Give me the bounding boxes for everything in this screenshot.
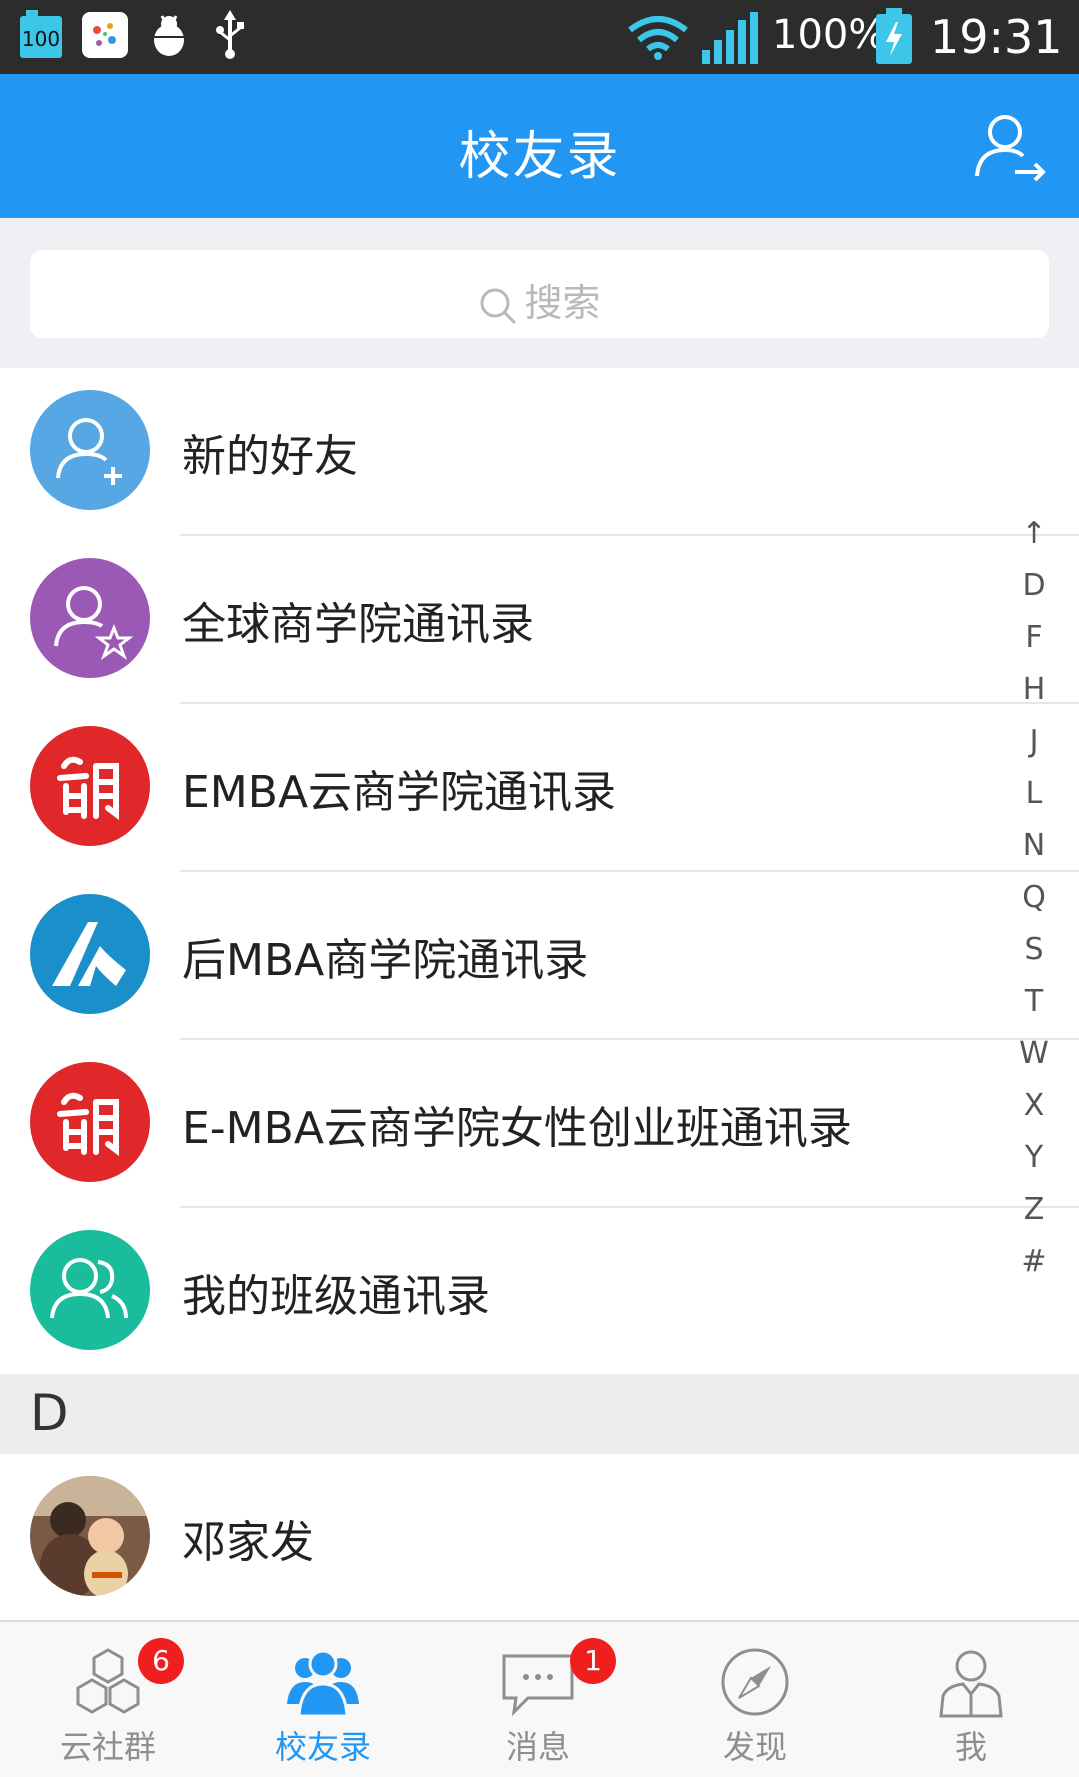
search-input[interactable]: 搜索 [30,250,1049,338]
list-item-global-contacts[interactable]: 全球商学院通讯录 [0,536,1079,704]
charging-battery-icon [876,8,912,68]
index-letter[interactable]: W [1012,1036,1056,1088]
index-letter[interactable]: ↑ [1012,516,1056,568]
clock: 19:31 [930,10,1063,64]
section-letter: D [30,1384,69,1442]
app-header: 校友录 [0,74,1079,218]
list-item-new-friends[interactable]: 新的好友 [0,368,1079,536]
wifi-icon [628,14,688,64]
cloud-community-icon [76,1648,140,1714]
list-item-label: EMBA云商学院通讯录 [182,767,617,818]
list-item-label: 新的好友 [182,431,358,482]
tab-label: 校友录 [274,1728,371,1766]
search-placeholder: 搜索 [524,281,601,325]
battery-100-icon: 100 [20,10,62,62]
tab-label: 发现 [722,1728,787,1766]
index-letter[interactable]: Q [1012,880,1056,932]
tab-messages[interactable]: 1 消息 [448,1622,628,1777]
unread-badge: 1 [570,1638,616,1684]
lang-logo-icon [30,726,150,846]
list-item-emba[interactable]: EMBA云商学院通讯录 [0,704,1079,872]
index-letter[interactable]: # [1012,1244,1056,1296]
tab-label: 云社群 [59,1728,156,1766]
signal-icon [700,12,760,68]
index-letter[interactable]: S [1012,932,1056,984]
list-item-label: E-MBA云商学院女性创业班通讯录 [182,1103,852,1154]
photos-app-icon [82,12,128,62]
avatar [30,1476,150,1596]
unread-badge: 6 [138,1638,184,1684]
tab-discover[interactable]: 发现 [665,1622,845,1777]
alphabet-index[interactable]: ↑ D F H J L N Q S T W X Y Z # [1012,516,1056,1296]
index-letter[interactable]: H [1012,672,1056,724]
starred-contacts-icon [30,558,150,678]
index-letter[interactable]: N [1012,828,1056,880]
usb-icon [212,10,248,64]
index-letter[interactable]: F [1012,620,1056,672]
battery-percent: 100% [772,12,887,58]
tab-label: 消息 [505,1728,570,1766]
list-item-post-mba[interactable]: 后MBA商学院通讯录 [0,872,1079,1040]
list-item-emba-women[interactable]: E-MBA云商学院女性创业班通讯录 [0,1040,1079,1208]
tab-alumni[interactable]: 校友录 [233,1622,413,1777]
section-header: D [0,1374,1079,1454]
bottom-nav: 6 云社群 校友录 1 消息 发现 我 [0,1620,1079,1777]
index-letter[interactable]: J [1012,724,1056,776]
index-letter[interactable]: Z [1012,1192,1056,1244]
list-item-label: 我的班级通讯录 [182,1271,490,1322]
compass-icon [721,1648,789,1716]
search-icon [480,288,517,324]
houmba-logo-icon [30,894,150,1014]
class-contacts-icon [30,1230,150,1350]
index-letter[interactable]: X [1012,1088,1056,1140]
group-list: 新的好友 全球商学院通讯录 EMBA云商学院通讯录 后MBA商学院通讯录 E-M… [0,368,1079,1376]
user-export-button[interactable] [971,110,1051,190]
user-export-icon [975,115,1046,182]
index-letter[interactable]: Y [1012,1140,1056,1192]
debug-bug-icon [146,12,192,62]
index-letter[interactable]: L [1012,776,1056,828]
me-icon [939,1650,1003,1718]
page-title: 校友录 [458,127,621,187]
tab-label: 我 [954,1728,987,1766]
tab-cloud-community[interactable]: 6 云社群 [18,1622,198,1777]
index-letter[interactable]: D [1012,568,1056,620]
message-icon [502,1654,574,1717]
search-area: 搜索 [0,218,1079,368]
tab-me[interactable]: 我 [881,1622,1061,1777]
alumni-icon [287,1649,359,1718]
list-item-label: 全球商学院通讯录 [182,599,534,650]
status-bar: 100 100% 19:31 [0,0,1079,74]
lang-logo-icon [30,1062,150,1182]
contact-name: 邓家发 [182,1517,314,1568]
new-friend-icon [30,390,150,510]
search-placeholder-wrap: 搜索 [30,272,1049,327]
index-letter[interactable]: T [1012,984,1056,1036]
notif-badge-text: 100 [22,27,60,51]
list-item-my-class[interactable]: 我的班级通讯录 [0,1208,1079,1376]
list-item-label: 后MBA商学院通讯录 [182,935,589,986]
contact-row[interactable]: 邓家发 [0,1454,1079,1620]
